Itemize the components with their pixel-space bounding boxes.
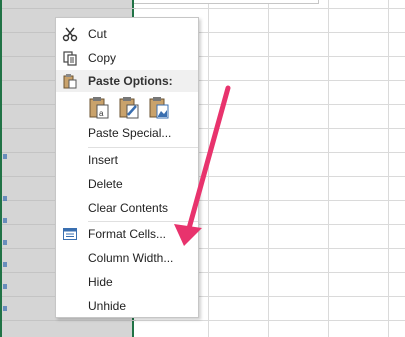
menu-item-cut[interactable]: Cut xyxy=(56,22,198,46)
svg-text:a: a xyxy=(99,109,104,118)
menu-item-label: Paste Special... xyxy=(88,126,172,140)
grid-line xyxy=(388,0,389,337)
menu-item-hide[interactable]: Hide xyxy=(56,270,198,294)
menu-item-copy[interactable]: Copy xyxy=(56,46,198,70)
context-menu: Cut Copy Paste Options: a Paste Special.… xyxy=(55,17,199,318)
menu-item-column-width[interactable]: Column Width... xyxy=(56,246,198,270)
menu-item-label: Hide xyxy=(88,275,113,289)
grid-line xyxy=(2,8,136,9)
paste-formatting-icon[interactable] xyxy=(117,95,141,121)
paste-options-label: Paste Options: xyxy=(88,74,173,88)
menu-item-delete[interactable]: Delete xyxy=(56,172,198,196)
grid-line xyxy=(328,0,329,337)
menu-item-label: Cut xyxy=(88,27,107,41)
paste-options-header: Paste Options: xyxy=(56,70,198,92)
menu-item-label: Clear Contents xyxy=(88,201,169,215)
menu-item-clear-contents[interactable]: Clear Contents xyxy=(56,196,198,220)
menu-item-label: Column Width... xyxy=(88,251,174,265)
menu-item-label: Insert xyxy=(88,153,119,167)
menu-item-unhide[interactable]: Unhide xyxy=(56,294,198,318)
menu-item-format-cells[interactable]: Format Cells... xyxy=(56,222,198,246)
copy-icon xyxy=(62,50,78,66)
grid-line xyxy=(2,320,136,321)
menu-item-label: Copy xyxy=(88,51,117,65)
cell-fragments xyxy=(3,0,11,337)
format-cells-icon xyxy=(62,226,78,242)
grid-line xyxy=(208,0,209,337)
menu-item-paste-special[interactable]: Paste Special... xyxy=(56,121,198,145)
clipboard-icon xyxy=(62,73,78,89)
grid-line xyxy=(268,0,269,337)
menu-item-label: Format Cells... xyxy=(88,227,167,241)
paste-picture-icon[interactable] xyxy=(147,95,171,121)
menu-item-label: Unhide xyxy=(88,299,127,313)
paste-option-buttons: a xyxy=(87,95,187,123)
menu-item-insert[interactable]: Insert xyxy=(56,148,198,172)
paste-values-icon[interactable]: a xyxy=(87,95,111,121)
scissors-icon xyxy=(62,26,78,42)
menu-item-label: Delete xyxy=(88,177,123,191)
adjacent-panel-edge xyxy=(134,0,319,4)
